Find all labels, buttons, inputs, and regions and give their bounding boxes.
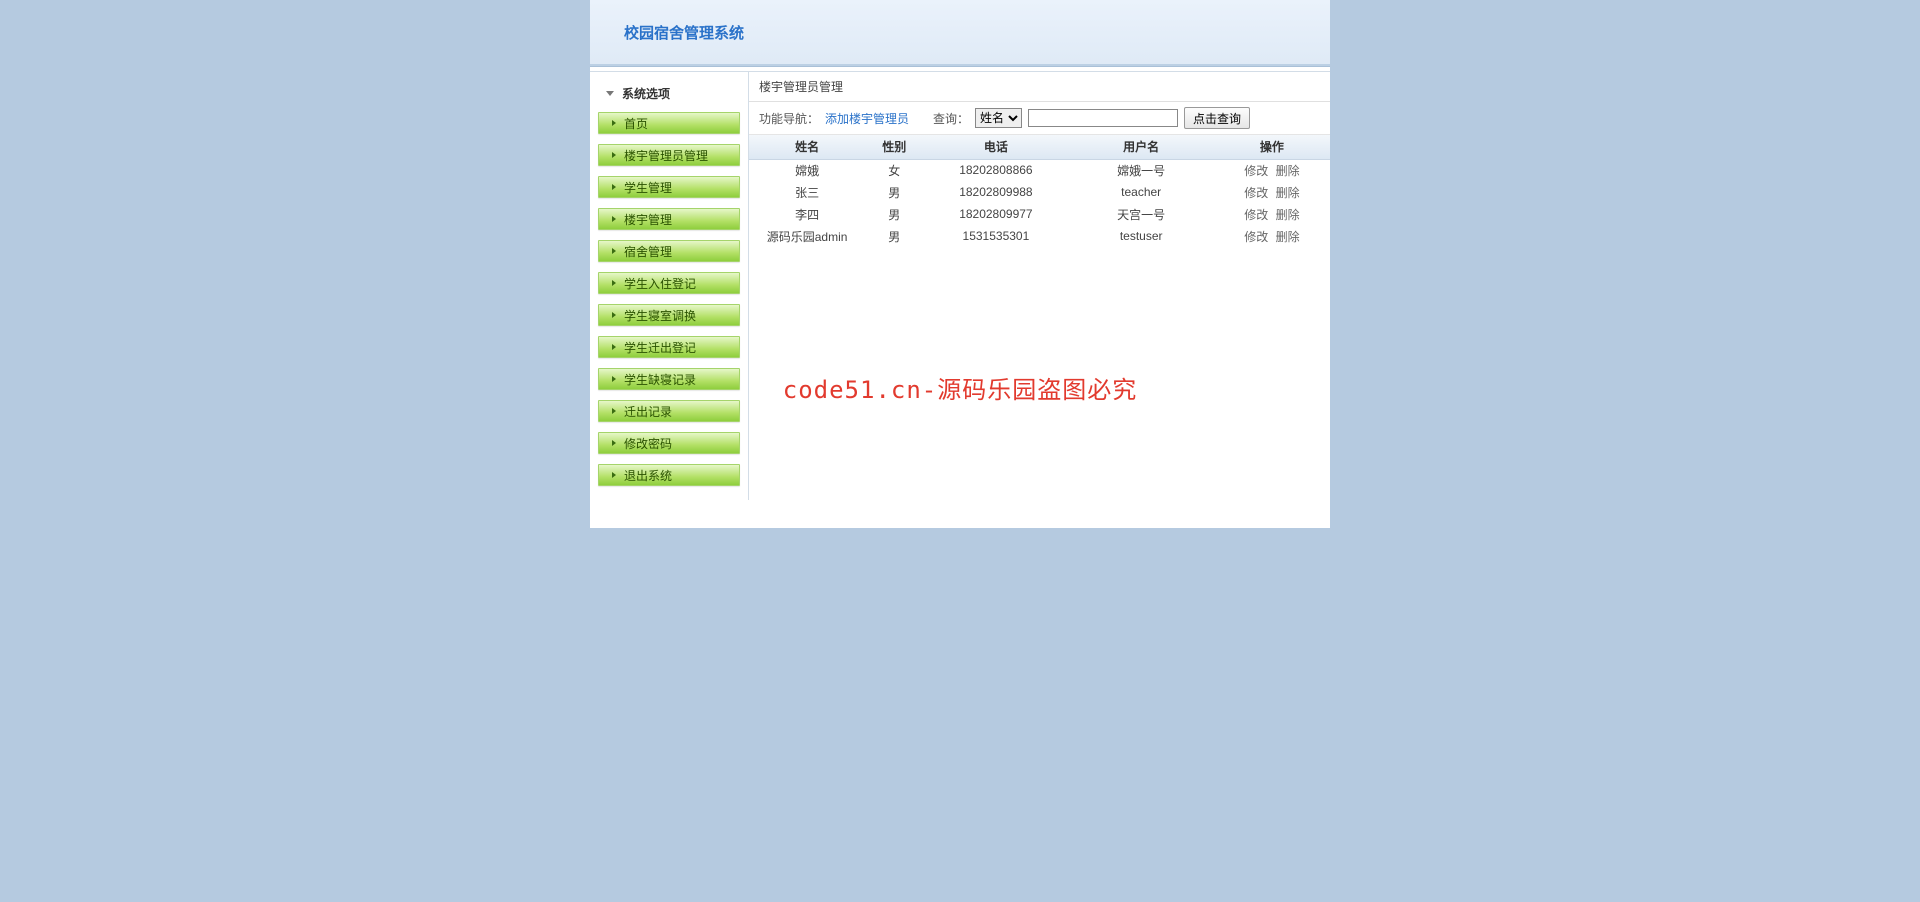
app-title: 校园宿舍管理系统 <box>624 22 744 43</box>
cell-ops: 修改 删除 <box>1214 159 1330 181</box>
cell-gender: 男 <box>865 181 923 203</box>
table-row: 李四男18202809977天宫一号修改 删除 <box>749 203 1330 225</box>
table-body: 嫦娥女18202808866嫦娥一号修改 删除张三男18202809988tea… <box>749 159 1330 247</box>
sidebar-item-4[interactable]: 宿舍管理 <box>598 240 740 262</box>
nav-label: 功能导航： <box>759 110 819 127</box>
sidebar-item-label: 楼宇管理员管理 <box>624 147 708 164</box>
search-input[interactable] <box>1028 109 1178 127</box>
chevron-down-icon <box>606 91 614 96</box>
cell-phone: 18202809988 <box>923 181 1068 203</box>
cell-name: 源码乐园admin <box>749 225 865 247</box>
edit-link[interactable]: 修改 <box>1244 230 1268 244</box>
cell-ops: 修改 删除 <box>1214 225 1330 247</box>
sidebar-item-10[interactable]: 修改密码 <box>598 432 740 454</box>
app-container: 校园宿舍管理系统 系统选项 首页楼宇管理员管理学生管理楼宇管理宿舍管理学生入住登… <box>590 0 1330 528</box>
sidebar-title[interactable]: 系统选项 <box>598 81 740 106</box>
cell-gender: 男 <box>865 225 923 247</box>
data-table: 姓名 性别 电话 用户名 操作 嫦娥女18202808866嫦娥一号修改 删除张… <box>749 135 1330 247</box>
cell-gender: 女 <box>865 159 923 181</box>
col-user: 用户名 <box>1069 135 1214 159</box>
add-manager-link[interactable]: 添加楼宇管理员 <box>825 110 909 127</box>
body: 系统选项 首页楼宇管理员管理学生管理楼宇管理宿舍管理学生入住登记学生寝室调换学生… <box>590 72 1330 500</box>
cell-name: 张三 <box>749 181 865 203</box>
cell-name: 嫦娥 <box>749 159 865 181</box>
content: 楼宇管理员管理 功能导航： 添加楼宇管理员 查询： 姓名 点击查询 姓名 性别 … <box>748 72 1330 500</box>
triangle-right-icon <box>612 472 616 478</box>
sidebar-item-0[interactable]: 首页 <box>598 112 740 134</box>
cell-phone: 18202809977 <box>923 203 1068 225</box>
sidebar-items: 首页楼宇管理员管理学生管理楼宇管理宿舍管理学生入住登记学生寝室调换学生迁出登记学… <box>590 112 748 486</box>
table-row: 张三男18202809988teacher修改 删除 <box>749 181 1330 203</box>
toolbar: 功能导航： 添加楼宇管理员 查询： 姓名 点击查询 <box>749 102 1330 135</box>
search-button[interactable]: 点击查询 <box>1184 107 1250 129</box>
col-ops: 操作 <box>1214 135 1330 159</box>
col-name: 姓名 <box>749 135 865 159</box>
delete-link[interactable]: 删除 <box>1276 208 1300 222</box>
triangle-right-icon <box>612 280 616 286</box>
col-phone: 电话 <box>923 135 1068 159</box>
sidebar-item-label: 宿舍管理 <box>624 243 672 260</box>
delete-link[interactable]: 删除 <box>1276 186 1300 200</box>
search-field-select[interactable]: 姓名 <box>975 108 1022 128</box>
edit-link[interactable]: 修改 <box>1244 164 1268 178</box>
cell-phone: 1531535301 <box>923 225 1068 247</box>
content-title: 楼宇管理员管理 <box>749 72 1330 102</box>
triangle-right-icon <box>612 376 616 382</box>
sidebar-item-8[interactable]: 学生缺寝记录 <box>598 368 740 390</box>
sidebar-item-5[interactable]: 学生入住登记 <box>598 272 740 294</box>
sidebar-item-1[interactable]: 楼宇管理员管理 <box>598 144 740 166</box>
triangle-right-icon <box>612 120 616 126</box>
triangle-right-icon <box>612 152 616 158</box>
cell-phone: 18202808866 <box>923 159 1068 181</box>
triangle-right-icon <box>612 184 616 190</box>
edit-link[interactable]: 修改 <box>1244 186 1268 200</box>
header: 校园宿舍管理系统 <box>590 0 1330 66</box>
cell-ops: 修改 删除 <box>1214 181 1330 203</box>
sidebar-item-2[interactable]: 学生管理 <box>598 176 740 198</box>
sidebar-item-6[interactable]: 学生寝室调换 <box>598 304 740 326</box>
sidebar-item-label: 学生入住登记 <box>624 275 696 292</box>
sidebar: 系统选项 首页楼宇管理员管理学生管理楼宇管理宿舍管理学生入住登记学生寝室调换学生… <box>590 72 748 500</box>
edit-link[interactable]: 修改 <box>1244 208 1268 222</box>
sidebar-item-11[interactable]: 退出系统 <box>598 464 740 486</box>
sidebar-item-label: 迁出记录 <box>624 403 672 420</box>
table-row: 嫦娥女18202808866嫦娥一号修改 删除 <box>749 159 1330 181</box>
cell-ops: 修改 删除 <box>1214 203 1330 225</box>
cell-user: testuser <box>1069 225 1214 247</box>
sidebar-item-label: 楼宇管理 <box>624 211 672 228</box>
sidebar-item-label: 学生缺寝记录 <box>624 371 696 388</box>
cell-gender: 男 <box>865 203 923 225</box>
triangle-right-icon <box>612 312 616 318</box>
table-header-row: 姓名 性别 电话 用户名 操作 <box>749 135 1330 159</box>
footer-space <box>590 500 1330 528</box>
table-row: 源码乐园admin男1531535301testuser修改 删除 <box>749 225 1330 247</box>
sidebar-item-label: 首页 <box>624 115 648 132</box>
triangle-right-icon <box>612 248 616 254</box>
col-gender: 性别 <box>865 135 923 159</box>
sidebar-item-3[interactable]: 楼宇管理 <box>598 208 740 230</box>
sidebar-item-label: 学生迁出登记 <box>624 339 696 356</box>
sidebar-item-label: 学生管理 <box>624 179 672 196</box>
sidebar-item-label: 退出系统 <box>624 467 672 484</box>
delete-link[interactable]: 删除 <box>1276 164 1300 178</box>
triangle-right-icon <box>612 344 616 350</box>
triangle-right-icon <box>612 408 616 414</box>
sidebar-item-label: 学生寝室调换 <box>624 307 696 324</box>
delete-link[interactable]: 删除 <box>1276 230 1300 244</box>
cell-user: 天宫一号 <box>1069 203 1214 225</box>
sidebar-title-label: 系统选项 <box>622 85 670 102</box>
sidebar-item-7[interactable]: 学生迁出登记 <box>598 336 740 358</box>
cell-user: teacher <box>1069 181 1214 203</box>
triangle-right-icon <box>612 216 616 222</box>
cell-user: 嫦娥一号 <box>1069 159 1214 181</box>
query-label: 查询： <box>933 110 969 127</box>
triangle-right-icon <box>612 440 616 446</box>
sidebar-item-9[interactable]: 迁出记录 <box>598 400 740 422</box>
sidebar-item-label: 修改密码 <box>624 435 672 452</box>
cell-name: 李四 <box>749 203 865 225</box>
